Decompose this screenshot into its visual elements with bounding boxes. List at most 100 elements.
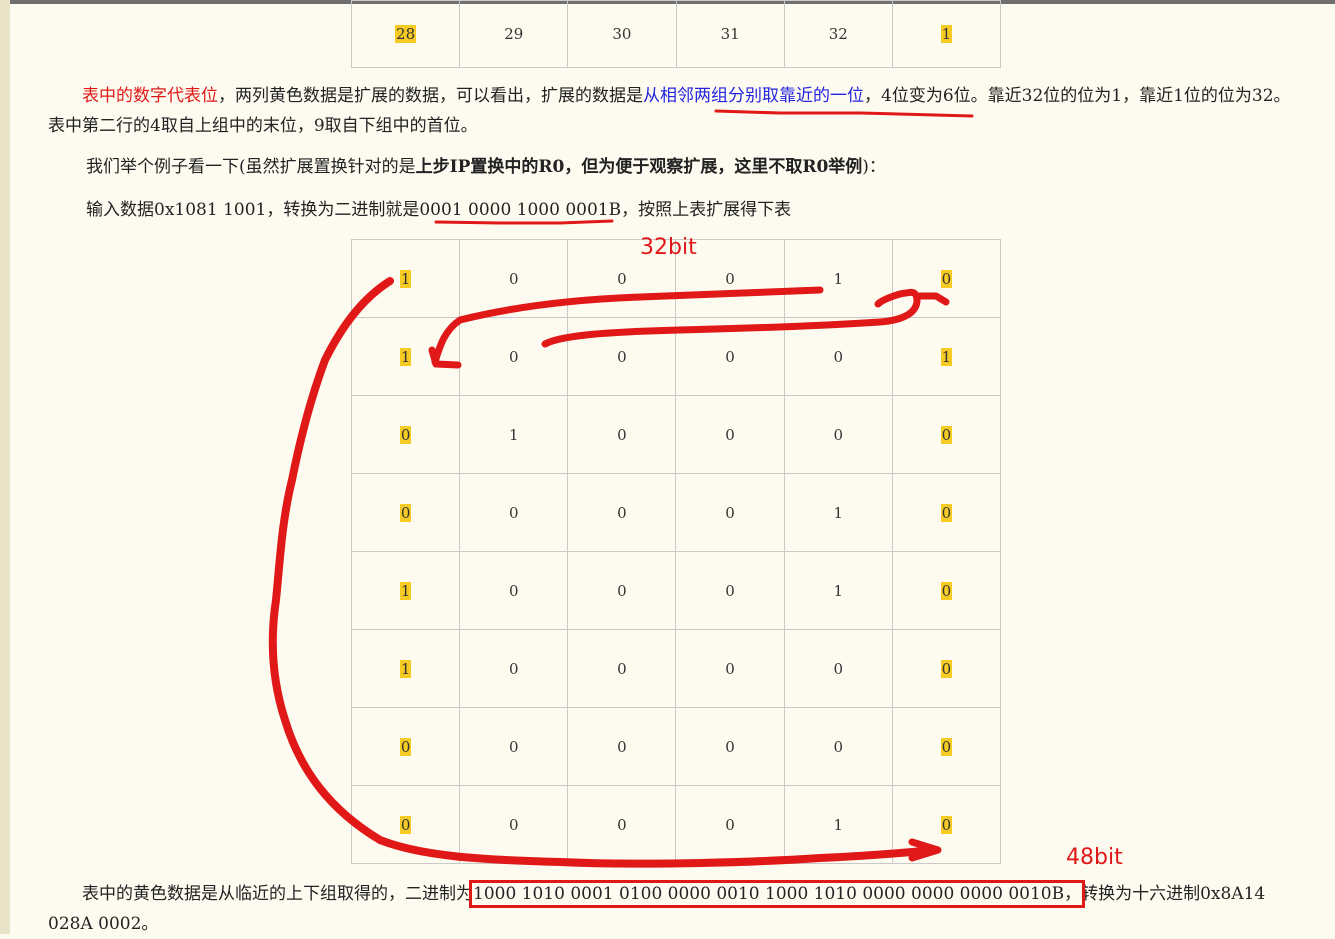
table-cell: 0 — [567, 317, 677, 396]
bit-value: 0 — [508, 503, 519, 522]
table-cell: 0 — [783, 395, 893, 474]
table-cell: 1 — [350, 317, 461, 396]
table-cell: 31 — [675, 0, 785, 68]
bit-value: 0 — [833, 347, 843, 366]
table-cell: 1 — [891, 317, 1002, 396]
paragraph-text: ，两列黄色数据是扩展的数据，可以看出，扩展的数据是 — [218, 86, 643, 106]
table-cell: 0 — [891, 395, 1002, 474]
bit-value: 1 — [833, 269, 843, 288]
bit-value: 0 — [617, 425, 627, 444]
highlighted-bit: 0 — [940, 503, 953, 522]
table-cell: 0 — [567, 551, 677, 630]
table-cell: 0 — [675, 317, 785, 396]
table-cell: 0 — [350, 395, 461, 474]
cell-value: 29 — [504, 25, 524, 43]
table-cell: 0 — [350, 707, 461, 786]
highlighted-bit: 0 — [399, 425, 412, 444]
highlighted-bit: 1 — [399, 581, 412, 600]
result-paragraph: 表中的黄色数据是从临近的上下组取得的，二进制为1000 1010 0001 01… — [48, 879, 1288, 939]
table-cell: 0 — [350, 473, 461, 552]
table-cell: 0 — [675, 551, 785, 630]
table-cell: 0 — [891, 785, 1002, 864]
bit-value: 1 — [833, 581, 843, 600]
bit-value: 0 — [725, 347, 735, 366]
table-cell: 0 — [459, 317, 569, 396]
bit-value: 0 — [508, 659, 519, 678]
input-data-paragraph: 输入数据0x1081 1001，转换为二进制就是0001 0000 1000 0… — [86, 195, 791, 225]
table-cell: 0 — [459, 707, 569, 786]
table-cell: 0 — [891, 239, 1002, 318]
table-cell: 0 — [567, 707, 677, 786]
left-margin-strip — [0, 0, 10, 934]
table-cell: 1 — [783, 551, 893, 630]
boxed-binary-result: 1000 1010 0001 0100 0000 0010 1000 1010 … — [468, 880, 1086, 908]
bit-value: 0 — [617, 503, 627, 522]
highlighted-bit: 0 — [399, 815, 412, 834]
highlighted-bit: 0 — [940, 269, 953, 288]
highlighted-bit: 0 — [940, 425, 953, 444]
table-cell: 1 — [459, 395, 569, 474]
paragraph-text: 输入数据0x1081 1001，转换为二进制就是 — [86, 200, 420, 220]
table-cell: 1 — [891, 0, 1002, 68]
bit-value: 0 — [617, 659, 627, 678]
table-cell: 0 — [459, 785, 569, 864]
table-cell: 0 — [675, 395, 785, 474]
bit-value: 0 — [725, 737, 735, 756]
table-row: 0 0 0 0 0 0 — [350, 707, 1002, 786]
cell-value: 32 — [828, 25, 848, 43]
table-cell: 0 — [567, 629, 677, 708]
bit-value: 0 — [508, 581, 519, 600]
highlighted-bit: 0 — [399, 737, 412, 756]
table-cell: 0 — [783, 707, 893, 786]
bit-value: 1 — [833, 815, 843, 834]
highlighted-bit: 0 — [940, 581, 953, 600]
table-row: 0 1 0 0 0 0 — [350, 395, 1002, 474]
blue-phrase: 从相邻两组分别取靠近的一位 — [643, 86, 864, 106]
table-row: 1 0 0 0 0 1 — [350, 317, 1002, 396]
paragraph-text: )： — [862, 157, 886, 177]
table-cell: 0 — [891, 551, 1002, 630]
table-cell: 28 — [350, 0, 461, 68]
bit-value: 0 — [617, 581, 627, 600]
bit-value: 0 — [617, 737, 627, 756]
table-row: 28 29 30 31 32 1 — [350, 0, 1002, 68]
table-cell: 32 — [783, 0, 893, 68]
table-cell: 1 — [783, 239, 893, 318]
red-phrase: 表中的数字代表位 — [82, 86, 218, 106]
bit-value: 0 — [725, 425, 735, 444]
table-cell: 0 — [459, 473, 569, 552]
bit-value: 0 — [833, 737, 843, 756]
table-row: 1 0 0 0 1 0 — [350, 551, 1002, 630]
table-cell: 0 — [783, 317, 893, 396]
highlighted-bit: 1 — [940, 347, 953, 366]
table-cell: 0 — [567, 473, 677, 552]
table-cell: 0 — [459, 629, 569, 708]
bit-value: 0 — [725, 659, 735, 678]
bit-value: 0 — [725, 503, 735, 522]
underlined-binary: 0001 0000 1000 0001B — [419, 200, 622, 220]
highlighted-bit: 0 — [940, 815, 953, 834]
table-cell: 29 — [459, 0, 569, 68]
table-cell: 0 — [675, 473, 785, 552]
table-cell: 0 — [459, 551, 569, 630]
annotation-32bit: 32bit — [640, 235, 697, 260]
explanation-paragraph: 表中的数字代表位，两列黄色数据是扩展的数据，可以看出，扩展的数据是从相邻两组分别… — [48, 81, 1298, 141]
bit-value: 0 — [508, 815, 519, 834]
highlighted-bit: 1 — [399, 347, 412, 366]
bit-value: 0 — [833, 425, 843, 444]
table-cell: 0 — [675, 629, 785, 708]
table-cell: 1 — [783, 785, 893, 864]
table-cell: 0 — [459, 239, 569, 318]
expansion-table: 1000101000010100000000101000101000000000… — [350, 239, 1002, 864]
table-cell: 0 — [675, 785, 785, 864]
bit-value: 0 — [833, 659, 843, 678]
bit-value: 0 — [617, 815, 627, 834]
bit-value: 0 — [725, 581, 735, 600]
bit-position-table: 28 29 30 31 32 1 — [350, 0, 1002, 68]
table-cell: 0 — [783, 629, 893, 708]
bit-value: 0 — [725, 269, 735, 288]
highlighted-bit: 0 — [940, 737, 953, 756]
table-cell: 0 — [891, 707, 1002, 786]
table-cell: 1 — [350, 551, 461, 630]
table-cell: 0 — [567, 785, 677, 864]
